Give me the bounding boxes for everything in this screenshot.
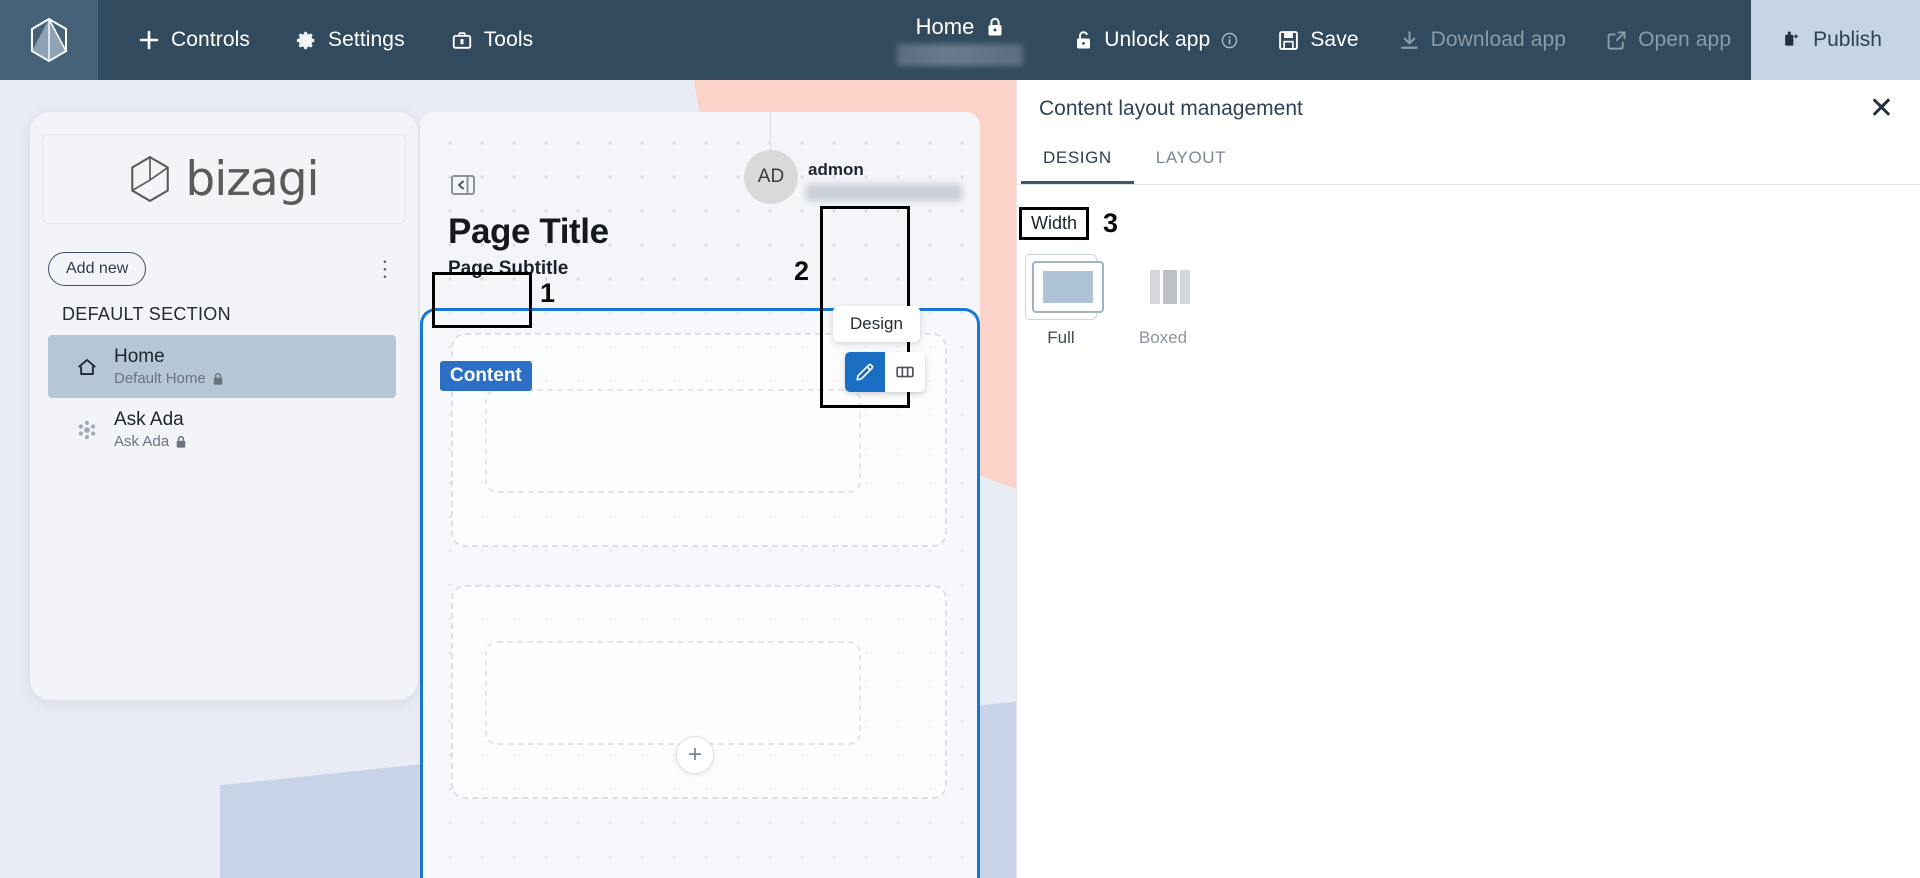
page-navigation-card: bizagi Add new ⋮ DEFAULT SECTION Home De… (30, 112, 418, 700)
content-block-2-inner[interactable] (485, 641, 861, 745)
plus-icon (139, 30, 159, 50)
lock-icon (176, 435, 186, 448)
content-layout-management-panel: Content layout management ✕ DESIGN LAYOU… (1016, 80, 1920, 878)
block-edit-toolbar (845, 352, 925, 392)
unlock-icon (1077, 31, 1091, 49)
unlock-app-button[interactable]: Unlock app (1054, 0, 1258, 80)
pencil-edit-icon (856, 363, 874, 381)
panel-header: Content layout management ✕ (1017, 80, 1920, 138)
home-icon (78, 358, 96, 375)
workspace-canvas: bizagi Add new ⋮ DEFAULT SECTION Home De… (0, 80, 1016, 878)
panel-title: Content layout management (1039, 97, 1303, 120)
sidebar-item-ask-ada[interactable]: Ask Ada Ask Ada (48, 398, 396, 461)
sidebar-item-home-title: Home (114, 346, 165, 367)
panel-tabs: DESIGN LAYOUT (1017, 138, 1920, 185)
toolbar-right-group: Unlock app Save Download app Open app Pu… (1054, 0, 1920, 80)
annotation-box-1 (432, 272, 532, 328)
toolbar-left-group: Controls Settings Tools (98, 0, 553, 80)
top-toolbar: Controls Settings Tools Home Unlock app … (0, 0, 1920, 80)
publish-button[interactable]: Publish (1751, 0, 1920, 80)
download-app-button[interactable]: Download app (1379, 0, 1586, 80)
save-button[interactable]: Save (1258, 0, 1378, 80)
toolbar-controls-button[interactable]: Controls (118, 0, 270, 80)
vertical-dots-icon[interactable]: ⋮ (374, 258, 396, 280)
download-icon (1400, 30, 1418, 49)
download-app-label: Download app (1430, 28, 1567, 51)
sidebar-item-ask-ada-subtitle: Ask Ada (114, 433, 170, 450)
sidebar-item-home-subtitle-row: Default Home (114, 369, 224, 389)
sidebar-item-home-subtitle: Default Home (114, 369, 206, 387)
toolbar-settings-button[interactable]: Settings (276, 0, 425, 80)
width-option-boxed[interactable]: Boxed (1127, 254, 1206, 348)
annotation-marker-2: 2 (794, 256, 810, 286)
gear-icon (296, 31, 315, 49)
plus-icon: + (687, 741, 702, 768)
width-setting-section: Width 3 Full Boxed (1017, 185, 1920, 348)
toolbar-controls-label: Controls (171, 28, 250, 51)
toolbox-icon (452, 32, 471, 49)
brand-name: bizagi (185, 151, 319, 207)
annotation-marker-1: 1 (540, 278, 556, 308)
lock-icon (988, 17, 1002, 36)
open-app-button[interactable]: Open app (1586, 0, 1751, 80)
open-app-label: Open app (1638, 28, 1732, 51)
toolbar-tools-label: Tools (483, 28, 534, 51)
content-chip-label: Content (440, 361, 532, 391)
page-title: Page Title (448, 212, 609, 251)
user-detail-redacted (806, 184, 962, 201)
toolbar-settings-label: Settings (328, 28, 405, 51)
app-logo[interactable] (0, 0, 98, 80)
width-option-boxed-label: Boxed (1138, 328, 1188, 347)
add-block-button[interactable]: + (676, 736, 714, 774)
section-heading: DEFAULT SECTION (62, 304, 231, 324)
width-option-full[interactable]: Full (1025, 254, 1104, 348)
tab-design[interactable]: DESIGN (1021, 138, 1134, 184)
sidebar-item-ask-ada-title: Ask Ada (114, 409, 184, 431)
lock-icon (213, 372, 223, 385)
save-label: Save (1310, 28, 1359, 51)
info-icon[interactable] (1221, 32, 1238, 49)
width-options: Full Boxed (1017, 240, 1920, 348)
bizagi-hexagon-icon (31, 17, 67, 63)
sidebar-item-ask-ada-subtitle-row: Ask Ada (114, 432, 187, 452)
width-option-full-label: Full (1047, 328, 1075, 347)
avatar-initials: AD (757, 166, 785, 187)
toolbar-tools-button[interactable]: Tools (431, 0, 554, 80)
content-block-1-inner[interactable] (485, 389, 861, 493)
columns-layout-button[interactable] (885, 352, 925, 392)
annotation-marker-3: 3 (1103, 208, 1119, 238)
brand-logo-area[interactable]: bizagi (42, 134, 406, 224)
avatar[interactable]: AD (744, 150, 798, 204)
unlock-app-label: Unlock app (1104, 28, 1211, 51)
boxed-width-icon (1134, 261, 1206, 313)
width-setting-label: Width (1019, 207, 1090, 240)
add-new-button[interactable]: Add new (48, 252, 147, 286)
edit-design-button[interactable] (845, 352, 885, 392)
floppy-save-icon (1279, 30, 1299, 50)
bizagi-hexagon-icon (131, 155, 170, 203)
current-page-title: Home (915, 14, 975, 39)
sidebar-item-home[interactable]: Home Default Home (48, 335, 396, 399)
tab-layout[interactable]: LAYOUT (1134, 138, 1248, 184)
columns-layout-icon (896, 366, 914, 378)
page-subtitle-redacted (897, 44, 1023, 66)
add-new-row: Add new ⋮ (30, 224, 418, 286)
user-name: admon (808, 160, 864, 179)
publish-icon (1785, 31, 1799, 46)
publish-label: Publish (1813, 28, 1882, 51)
close-icon[interactable]: ✕ (1869, 94, 1894, 124)
asterisk-icon (78, 420, 96, 440)
design-tooltip: Design (833, 306, 920, 342)
collapse-panel-icon[interactable] (450, 172, 476, 203)
external-link-icon (1607, 31, 1626, 50)
full-width-icon (1032, 261, 1104, 313)
